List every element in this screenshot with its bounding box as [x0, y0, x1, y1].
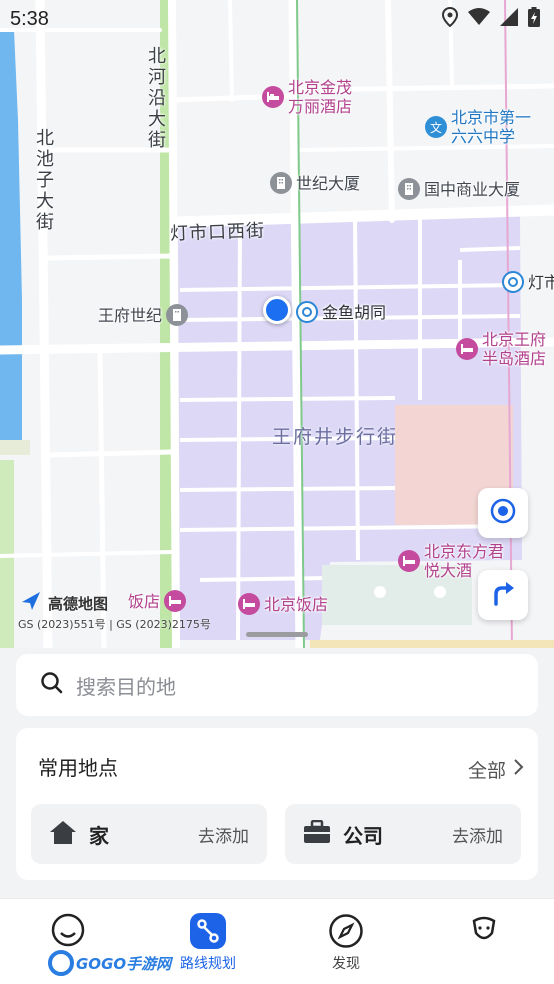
- hotel-icon: [164, 590, 187, 612]
- chevron-right-icon: [512, 758, 524, 781]
- common-places-title: 常用地点: [38, 756, 118, 780]
- route-shortcut-button[interactable]: [478, 570, 528, 620]
- building-icon: [270, 172, 292, 194]
- poi-shiji-building[interactable]: 世纪大厦: [270, 172, 360, 194]
- poi-peninsula-hotel[interactable]: 北京王府 半岛酒店: [456, 330, 546, 368]
- view-all-label: 全部: [467, 760, 506, 782]
- poi-school-166[interactable]: 文 北京市第一 六六中学: [425, 108, 531, 146]
- building-icon: [166, 304, 189, 326]
- home-icon: [49, 819, 77, 849]
- tab-discover-label: 发现: [332, 956, 360, 972]
- poi-label: 饭店: [128, 591, 161, 611]
- home-label: 家: [89, 823, 109, 848]
- hotel-icon: [398, 550, 420, 572]
- home-add-label: 去添加: [198, 826, 249, 847]
- sheet-drag-handle[interactable]: [246, 632, 308, 637]
- tab-profile[interactable]: [434, 913, 534, 953]
- poi-label: 世纪大厦: [296, 173, 361, 193]
- hotel-icon: [262, 86, 284, 108]
- poi-label: 北京饭店: [264, 594, 329, 614]
- route-icon: [190, 913, 226, 949]
- wifi-icon: [468, 8, 490, 30]
- current-location-marker: [263, 296, 291, 324]
- poi-jinmao-hotel[interactable]: 北京金茂 万丽酒店: [262, 78, 352, 116]
- tab-home[interactable]: [18, 913, 118, 953]
- turn-right-icon: [488, 578, 518, 612]
- tab-discover[interactable]: 发现: [296, 913, 396, 973]
- poi-label: 王府世纪: [98, 305, 163, 325]
- school-icon: 文: [425, 116, 447, 138]
- map-view[interactable]: 北河沿大街 北池子大街 灯市口西街 王府井步行街 北京金茂 万丽酒店 文 北京市…: [0, 0, 554, 650]
- smile-icon: [50, 913, 86, 949]
- home-shortcut-button[interactable]: 家 去添加: [31, 804, 267, 864]
- hotel-icon: [238, 593, 260, 615]
- poi-jinyu-hutong-metro[interactable]: 金鱼胡同: [296, 301, 386, 323]
- search-box[interactable]: 搜索目的地: [16, 654, 538, 716]
- search-placeholder: 搜索目的地: [76, 674, 176, 699]
- battery-icon: [528, 7, 540, 31]
- district-label: 王府井步行街: [272, 426, 399, 448]
- signal-icon: [500, 8, 518, 30]
- poi-label: 北京王府 半岛酒店: [482, 330, 547, 368]
- poi-label: 金鱼胡同: [322, 302, 387, 322]
- road-label-dengshikou: 灯市口西街: [169, 220, 266, 245]
- status-icons: [441, 6, 540, 31]
- company-add-label: 去添加: [452, 826, 503, 847]
- poi-wangfu-shiji[interactable]: 王府世纪: [98, 304, 189, 326]
- hotel-icon: [456, 338, 478, 360]
- poi-label: 北京市第一 六六中学: [451, 108, 532, 146]
- poi-dengshi-metro[interactable]: 灯市: [502, 271, 554, 293]
- watermark-logo-icon: [48, 950, 74, 976]
- road-label-beichizi: 北池子大街: [33, 128, 54, 233]
- watermark-text: GOGO手游网: [76, 954, 172, 973]
- company-shortcut-button[interactable]: 公司 去添加: [285, 804, 521, 864]
- poi-label: 灯市: [528, 272, 554, 292]
- common-places-card: 常用地点 全部 家 去添加 公司 去添加: [16, 728, 538, 880]
- poi-guozhong-building[interactable]: 国中商业大厦: [398, 178, 520, 200]
- bottom-sheet: 搜索目的地 常用地点 全部 家 去添加 公司 去添加: [0, 648, 554, 898]
- metro-icon: [296, 301, 318, 323]
- poi-label: 北京金茂 万丽酒店: [288, 78, 353, 116]
- briefcase-icon: [303, 819, 331, 848]
- metro-icon: [502, 271, 524, 293]
- building-icon: [398, 178, 420, 200]
- status-bar: 5:38: [0, 0, 554, 38]
- locate-button[interactable]: [478, 488, 528, 538]
- poi-beijing-hotel[interactable]: 北京饭店: [238, 593, 328, 615]
- map-copyright: GS (2023)551号 | GS (2023)2175号: [18, 618, 211, 631]
- view-all-button[interactable]: 全部: [468, 756, 524, 783]
- status-time: 5:38: [10, 7, 49, 30]
- compass-icon: [328, 913, 364, 949]
- map-logo: 高德地图: [20, 590, 108, 616]
- watermark: GOGO手游网: [48, 950, 171, 976]
- poi-fandian[interactable]: 饭店: [128, 590, 187, 612]
- profile-icon: [466, 913, 502, 949]
- tab-route-planning[interactable]: 路线规划: [158, 913, 258, 973]
- search-icon: [40, 671, 64, 699]
- company-label: 公司: [343, 823, 383, 848]
- locate-icon: [488, 496, 518, 530]
- location-pin-icon: [441, 6, 459, 31]
- road-label-beiheyan: 北河沿大街: [145, 46, 166, 151]
- map-logo-text: 高德地图: [48, 594, 109, 613]
- tab-route-label: 路线规划: [180, 956, 236, 972]
- navigation-arrow-icon: [20, 590, 42, 616]
- poi-label: 国中商业大厦: [424, 179, 521, 199]
